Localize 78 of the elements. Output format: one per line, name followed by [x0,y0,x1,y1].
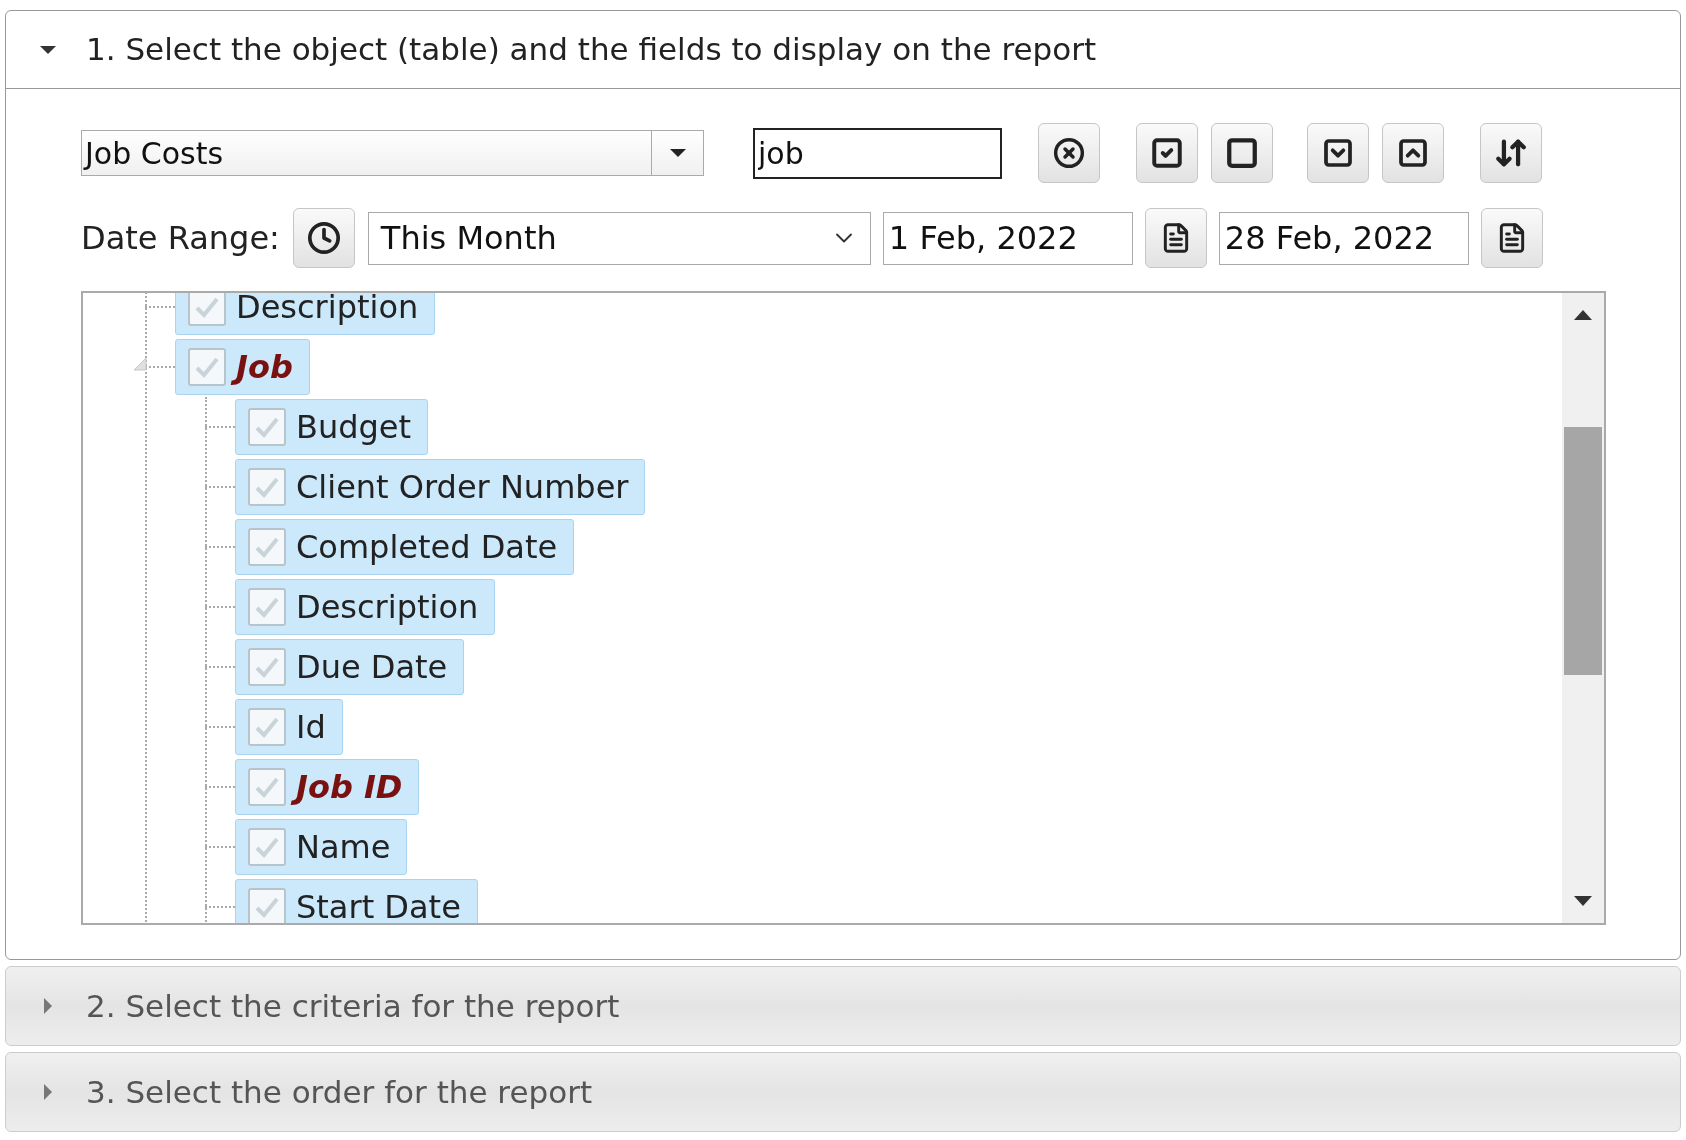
tree-item[interactable]: Description [175,293,436,335]
square-icon [1225,136,1259,170]
tree-item[interactable]: Budget [235,399,429,455]
object-select-value: Job Costs [82,134,225,173]
tree-item[interactable]: Start Date [235,879,478,923]
scroll-down-arrow-icon [1573,895,1593,907]
section-title: 2. Select the criteria for the report [86,986,620,1026]
end-date-picker-button[interactable] [1480,208,1543,268]
end-date-field[interactable]: 28 Feb, 2022 [1218,211,1469,265]
tick-icon [254,776,280,798]
check-all-button[interactable] [1136,123,1198,183]
scrollbar[interactable] [1562,293,1604,923]
tree-item-label: Id [295,707,327,748]
tree-item[interactable]: Completed Date [235,519,575,575]
chevron-up-square-icon [1397,137,1429,169]
period-select[interactable]: This Month [367,211,871,265]
tree-item[interactable]: Due Date [235,639,465,695]
checkbox[interactable] [248,888,286,923]
sort-button[interactable] [1480,123,1542,183]
period-value: This Month [380,218,558,259]
checkbox[interactable] [248,468,286,506]
tree-item-label: Client Order Number [295,467,630,508]
clock-icon [306,221,341,255]
object-select[interactable]: Job Costs [81,130,704,176]
tree-item-label: Due Date [295,647,449,688]
tree-item-label: Start Date [295,887,462,923]
tick-icon [254,596,280,618]
chevron-down-square-icon [1322,137,1354,169]
tree-item[interactable]: Name [235,819,408,875]
tick-icon [254,836,280,858]
scrollbar-thumb[interactable] [1564,427,1602,675]
scroll-up-arrow-icon [1573,309,1593,321]
checkbox[interactable] [248,588,286,626]
expand-toggle-icon[interactable] [133,357,147,371]
checkbox[interactable] [248,708,286,746]
tick-icon [254,476,280,498]
clear-icon-button[interactable] [1038,123,1100,183]
checkbox[interactable] [248,408,286,446]
tick-icon [254,536,280,558]
tick-icon [254,656,280,678]
checkbox[interactable] [248,768,286,806]
tree-item[interactable]: Description [235,579,496,635]
tree-item-label: Description [295,587,480,628]
tick-icon [254,416,280,438]
tree-item-label: Description [235,293,420,328]
start-date-picker-button[interactable] [1144,208,1207,268]
section-title: 3. Select the order for the report [86,1072,593,1112]
section-header[interactable]: 3. Select the order for the report [6,1053,1680,1131]
tree-item[interactable]: Id [235,699,343,755]
tree-item[interactable]: Job [175,339,310,395]
uncheck-all-button[interactable] [1211,123,1273,183]
clear-icon [1053,137,1085,169]
tick-icon [254,896,280,918]
date-preset-button[interactable] [292,208,355,268]
checkbox[interactable] [248,828,286,866]
tree-item-label: Job [230,345,299,389]
checkbox[interactable] [188,348,226,386]
tree-item[interactable]: Job ID [235,759,420,815]
tree-item-label: Budget [295,407,413,448]
section-title: 1. Select the object (table) and the fields to display on the report [86,30,1097,70]
expand-all-button[interactable] [1307,123,1369,183]
collapse-all-button[interactable] [1382,123,1444,183]
tick-icon [254,716,280,738]
tree-item-label: Name [295,827,392,868]
tick-icon [194,356,220,378]
checkbox[interactable] [248,648,286,686]
tree-item-label: Job ID [290,765,409,809]
tick-icon [194,296,220,318]
tree-item[interactable]: Client Order Number [235,459,646,515]
checkbox[interactable] [248,528,286,566]
section-header[interactable]: 2. Select the criteria for the report [6,967,1680,1045]
checked-square-icon [1150,136,1184,170]
start-date-field[interactable]: 1 Feb, 2022 [882,211,1133,265]
search-field[interactable]: job [753,127,1002,179]
section-header[interactable]: 1. Select the object (table) and the fields to display on the report [6,11,1680,89]
date-range-label: Date Range: [81,218,280,259]
checkbox[interactable] [188,293,226,326]
tree-item-label: Completed Date [295,527,559,568]
